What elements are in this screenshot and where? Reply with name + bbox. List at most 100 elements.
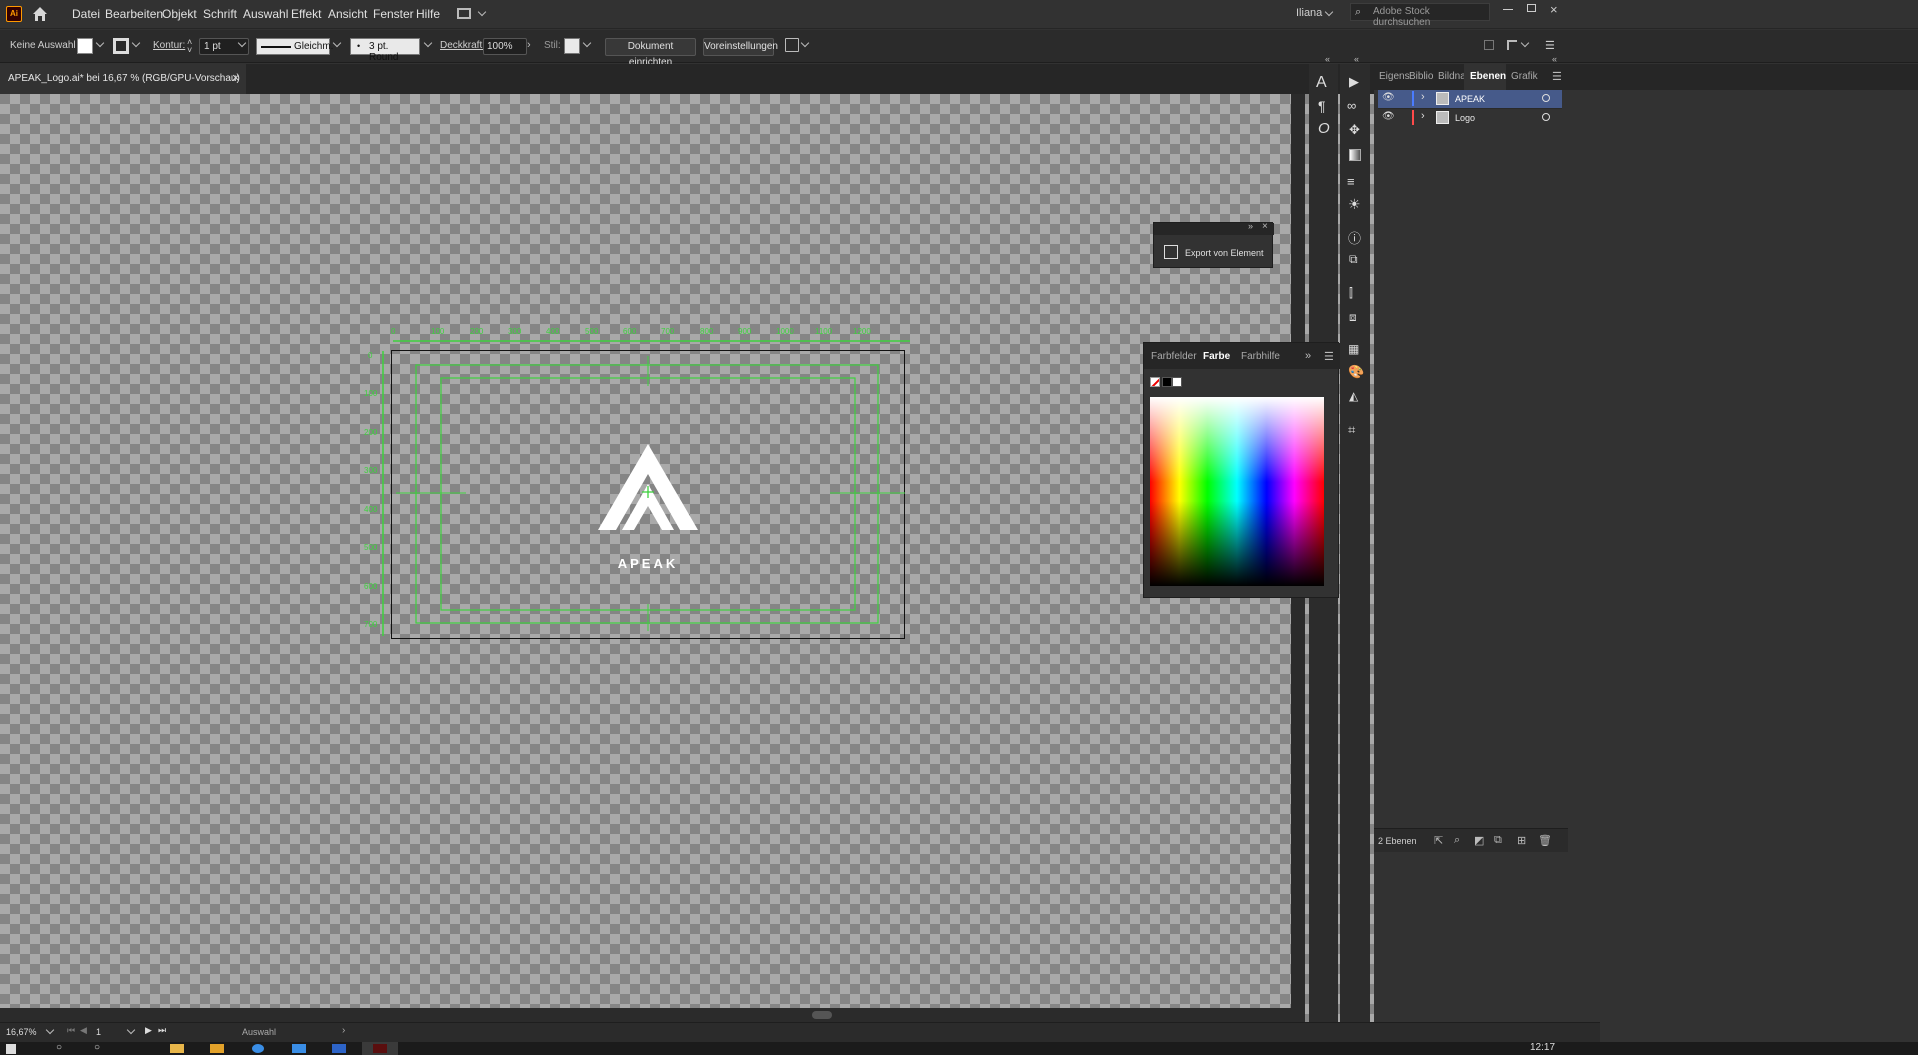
info-icon[interactable]: ⓘ	[1348, 228, 1361, 247]
zoom-value[interactable]: 16,67%	[6, 1027, 37, 1037]
chevron-right-icon[interactable]: ›	[1421, 110, 1425, 122]
tab-color[interactable]: Farbe	[1203, 351, 1230, 362]
puppet-warp-icon[interactable]: ✥	[1349, 122, 1360, 138]
collapse-panel-icon[interactable]: »	[1305, 350, 1311, 362]
workspace-switcher-icon[interactable]	[457, 8, 471, 19]
menu-hilfe[interactable]: Hilfe	[416, 7, 440, 21]
transform-options-icon[interactable]	[785, 38, 799, 52]
apeak-logo-mark[interactable]	[596, 442, 700, 532]
artboard-number[interactable]: 1	[96, 1027, 101, 1037]
tab-graphic-styles[interactable]: Grafik	[1511, 71, 1538, 82]
app-logo[interactable]: Ai	[6, 6, 22, 22]
fill-swatch[interactable]	[77, 38, 93, 54]
current-tool[interactable]: Auswahl	[242, 1027, 276, 1037]
app-taskbar-icon[interactable]	[332, 1044, 346, 1053]
layer-name[interactable]: Logo	[1455, 113, 1475, 123]
style-swatch[interactable]	[564, 38, 580, 54]
close-window-icon[interactable]: ×	[1550, 2, 1558, 17]
target-circle-icon[interactable]	[1542, 94, 1550, 102]
align-panel-icon[interactable]	[1484, 40, 1494, 50]
target-circle-icon[interactable]	[1542, 113, 1550, 121]
tab-layers[interactable]: Ebenen	[1464, 64, 1506, 90]
chevron-down-icon[interactable]	[582, 38, 592, 48]
white-swatch[interactable]	[1172, 377, 1182, 387]
panel-menu-icon[interactable]: ☰	[1545, 39, 1555, 52]
chevron-down-icon[interactable]	[423, 38, 433, 48]
menu-objekt[interactable]: Objekt	[162, 7, 197, 21]
opacity-field[interactable]: 100%	[483, 38, 527, 55]
chevron-down-icon[interactable]	[95, 38, 105, 48]
search-icon[interactable]: ⌕	[1454, 834, 1460, 847]
menu-bearbeiten[interactable]: Bearbeiten	[105, 7, 163, 21]
first-artboard-icon[interactable]: ⏮	[67, 1025, 75, 1036]
panel-menu-icon[interactable]: ☰	[1552, 70, 1562, 83]
task-view-icon[interactable]: ○	[94, 1042, 100, 1053]
stroke-label[interactable]: Kontur:	[153, 40, 185, 51]
opacity-label[interactable]: Deckkraft:	[440, 40, 485, 51]
menu-auswahl[interactable]: Auswahl	[243, 7, 288, 21]
swatches-icon[interactable]: ▦	[1348, 342, 1359, 356]
actions-play-icon[interactable]: ▶	[1349, 74, 1359, 90]
pathfinder-icon[interactable]: ⧈	[1349, 310, 1357, 325]
file-explorer-icon[interactable]	[170, 1044, 184, 1053]
home-icon[interactable]	[31, 5, 49, 23]
chevron-right-icon[interactable]: ›	[1421, 91, 1425, 103]
menu-effekt[interactable]: Effekt	[291, 7, 321, 21]
collapse-panel-icon[interactable]: «	[1325, 54, 1330, 64]
layer-row-logo[interactable]: 👁 › Logo	[1378, 108, 1562, 126]
menu-schrift[interactable]: Schrift	[203, 7, 237, 21]
menu-fenster[interactable]: Fenster	[373, 7, 414, 21]
align-icon[interactable]: ⫿	[1349, 286, 1353, 301]
appearance-icon[interactable]: ☀	[1348, 196, 1361, 213]
canvas-horizontal-scrollbar[interactable]	[0, 1008, 1291, 1022]
new-sublayer-icon[interactable]: ⧉	[1494, 834, 1502, 847]
collapse-panel-icon[interactable]: «	[1354, 54, 1359, 64]
color-spectrum[interactable]	[1150, 397, 1324, 586]
chevron-down-icon[interactable]	[477, 7, 487, 17]
artboards-icon[interactable]: ⌗	[1348, 422, 1355, 438]
stroke-weight-stepper[interactable]: ˄ ˅	[187, 38, 197, 55]
user-name[interactable]: Iliana	[1296, 7, 1322, 19]
chevron-down-icon[interactable]	[126, 1025, 136, 1035]
links-icon[interactable]: ∞	[1347, 98, 1356, 113]
stroke-panel-icon[interactable]: ≡	[1347, 174, 1355, 189]
stroke-swatch[interactable]	[113, 38, 129, 54]
gradient-icon[interactable]	[1349, 149, 1361, 161]
eye-icon[interactable]: 👁	[1382, 92, 1395, 103]
collapse-panel-icon[interactable]: «	[1552, 54, 1557, 64]
minimize-window-icon[interactable]	[1503, 9, 1513, 10]
app-taskbar-icon[interactable]	[210, 1044, 224, 1053]
last-artboard-icon[interactable]: ⏭	[158, 1025, 166, 1036]
collapse-panel-icon[interactable]: »	[1248, 221, 1253, 231]
start-icon[interactable]	[6, 1044, 16, 1054]
document-setup-button[interactable]: Dokument einrichten	[605, 38, 696, 68]
app-taskbar-icon[interactable]	[292, 1044, 306, 1053]
tab-properties[interactable]: Eigens	[1379, 71, 1410, 82]
stroke-profile-select[interactable]: Gleichm.	[256, 38, 333, 55]
delete-icon[interactable]: 🗑	[1538, 834, 1552, 847]
paragraph-icon[interactable]: ¶	[1318, 98, 1326, 114]
tab-image-trace[interactable]: Bildna	[1438, 71, 1466, 82]
menu-datei[interactable]: Datei	[72, 7, 100, 21]
character-icon[interactable]: A	[1316, 74, 1327, 92]
restore-window-icon[interactable]	[1527, 4, 1536, 12]
scroll-thumb[interactable]	[812, 1011, 832, 1019]
tab-color-guide[interactable]: Farbhilfe	[1241, 351, 1280, 362]
arrange-icon[interactable]	[1507, 40, 1517, 50]
menu-ansicht[interactable]: Ansicht	[328, 7, 367, 21]
preferences-button[interactable]: Voreinstellungen	[703, 38, 778, 56]
black-swatch[interactable]	[1162, 377, 1172, 387]
new-layer-icon[interactable]: ⊞	[1517, 834, 1526, 847]
layer-row-apeak[interactable]: 👁 › APEAK	[1378, 90, 1562, 108]
close-tab-icon[interactable]: ×	[232, 70, 240, 85]
document-tab[interactable]: APEAK_Logo.ai* bei 16,67 % (RGB/GPU-Vors…	[0, 64, 246, 94]
clipping-mask-icon[interactable]: ◩	[1474, 834, 1484, 847]
chevron-down-icon[interactable]	[131, 38, 141, 48]
chevron-down-icon[interactable]	[1324, 7, 1334, 17]
brand-wordmark[interactable]: APEAK	[598, 556, 698, 571]
chevron-right-icon[interactable]: ›	[527, 39, 531, 51]
tab-libraries[interactable]: Biblio	[1409, 71, 1433, 82]
chevron-down-icon[interactable]	[1520, 38, 1530, 48]
panel-menu-icon[interactable]: ☰	[1324, 350, 1334, 363]
prev-artboard-icon[interactable]: ◀	[80, 1025, 87, 1036]
